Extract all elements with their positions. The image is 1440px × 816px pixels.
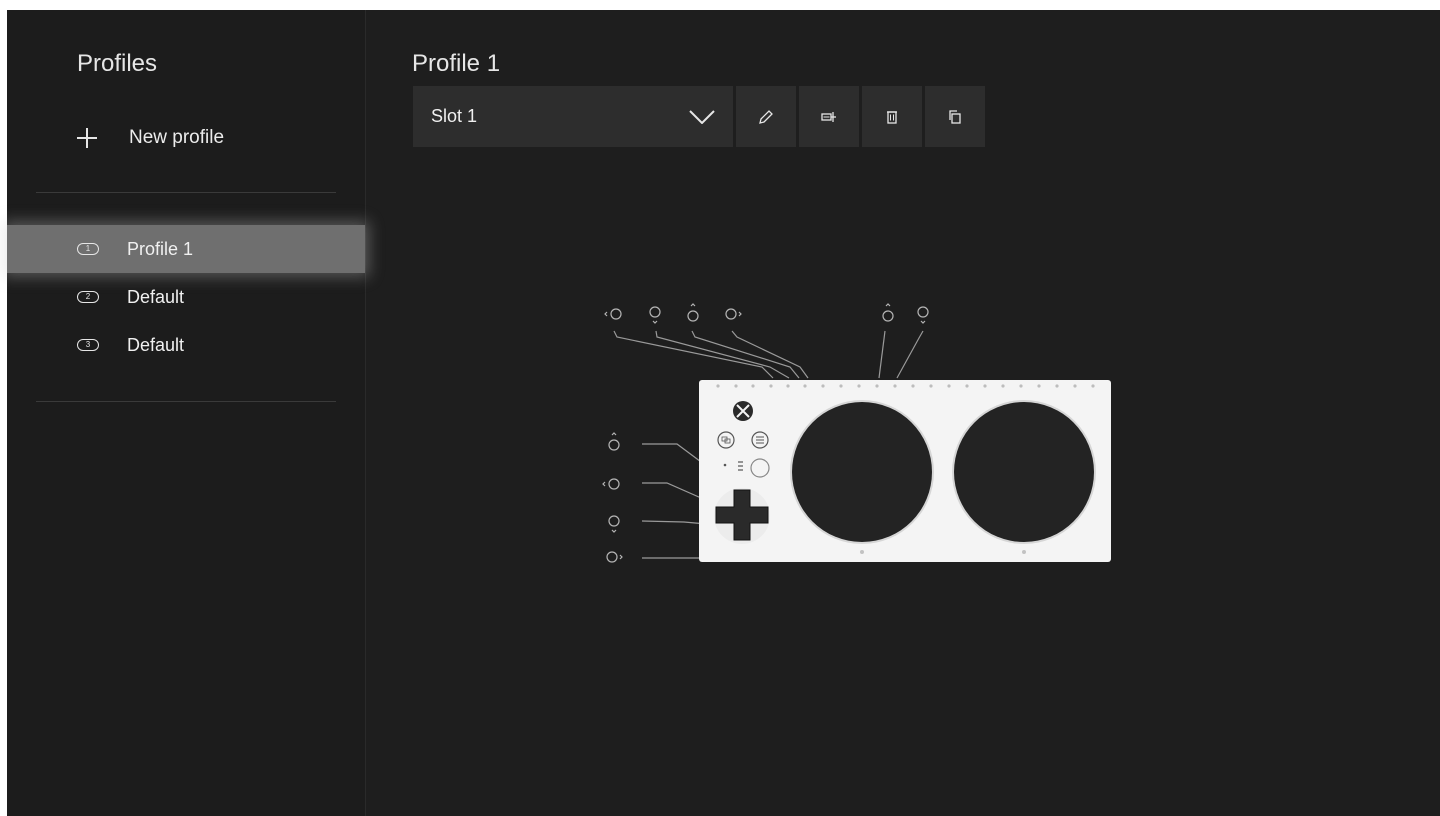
led-indicator: [723, 463, 727, 467]
controller-test-icon: [821, 111, 836, 122]
pad-a[interactable]: [790, 400, 934, 544]
top-direction-icons: [604, 303, 929, 324]
pencil-icon: [759, 109, 773, 124]
profile-item-1[interactable]: 1 Profile 1: [7, 225, 365, 273]
plus-icon: [77, 128, 97, 148]
pad-b[interactable]: [952, 400, 1096, 544]
left-stick-down-icon[interactable]: [649, 306, 661, 324]
slot-2-icon: 2: [77, 291, 99, 303]
profile-toolbar: Slot 1: [413, 86, 985, 147]
trash-icon: [887, 110, 897, 124]
profile-item-label: Default: [127, 334, 185, 355]
top-connector-lines: [613, 330, 924, 379]
copy-icon: [949, 109, 961, 124]
left-direction-icons: [602, 432, 623, 563]
pad-a-jack: [860, 550, 864, 554]
slot-dropdown-value: Slot 1: [431, 106, 478, 126]
menu-button[interactable]: [751, 431, 769, 449]
sidebar-divider-top: [36, 192, 336, 193]
dpad-down-map-icon[interactable]: [608, 515, 620, 533]
profile-item-2[interactable]: 2 Default: [7, 273, 365, 321]
profiles-sidebar: Profiles New profile 1 Profile 1 2 Defau…: [7, 10, 366, 816]
copy-button[interactable]: [925, 86, 985, 147]
slot-1-icon: 1: [77, 243, 99, 255]
profile-item-3[interactable]: 3 Default: [7, 321, 365, 369]
edit-button[interactable]: [736, 86, 796, 147]
dpad-left-map-icon[interactable]: [602, 478, 620, 490]
dpad-right-map-icon[interactable]: [606, 551, 623, 563]
profile-item-label: Profile 1: [127, 238, 194, 259]
dpad-up-map-icon[interactable]: [608, 432, 620, 451]
left-stick-down-icon-2[interactable]: [917, 306, 929, 324]
left-stick-left-icon[interactable]: [604, 308, 622, 320]
jack-strip: [716, 384, 1095, 388]
delete-button[interactable]: [862, 86, 922, 147]
app-screen: Profiles New profile 1 Profile 1 2 Defau…: [7, 10, 1440, 816]
sidebar-title: Profiles: [77, 50, 158, 77]
left-stick-up-icon-2[interactable]: [882, 303, 894, 322]
xbox-logo-icon: [733, 401, 753, 421]
dpad[interactable]: [714, 488, 770, 544]
slot-dropdown[interactable]: Slot 1: [413, 86, 733, 147]
new-profile-button[interactable]: New profile: [77, 118, 337, 158]
slot-3-icon: 3: [77, 339, 99, 351]
left-stick-up-icon[interactable]: [687, 303, 699, 322]
pad-b-jack: [1022, 550, 1026, 554]
profile-button[interactable]: [750, 458, 770, 478]
chevron-down-icon: [689, 109, 715, 124]
page-title: Profile 1: [412, 50, 501, 77]
left-stick-right-icon[interactable]: [725, 308, 742, 320]
profile-led-icon: [738, 461, 743, 471]
profile-item-label: Default: [127, 286, 185, 307]
new-profile-label: New profile: [129, 127, 225, 148]
view-button[interactable]: [717, 431, 735, 449]
test-button[interactable]: [799, 86, 859, 147]
sidebar-divider-bottom: [36, 401, 336, 402]
profile-list: 1 Profile 1 2 Default 3 Default: [7, 225, 365, 369]
